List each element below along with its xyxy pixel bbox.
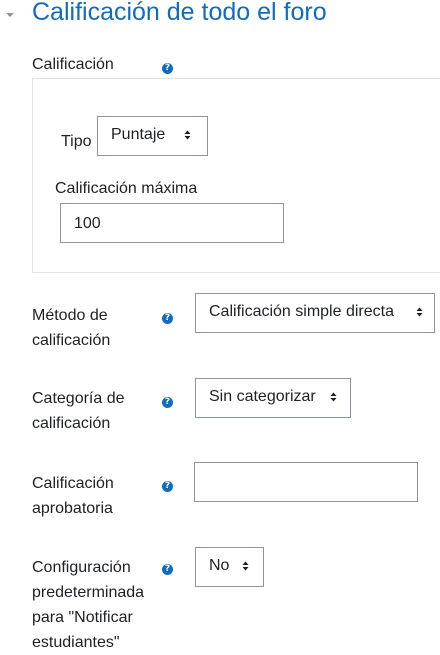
grade-category-label-line1: Categoría de (32, 390, 125, 407)
caret-updown-icon (184, 130, 191, 140)
help-icon[interactable]: ? (162, 397, 173, 408)
notify-default-label-line3: para "Notificar (32, 609, 133, 626)
help-icon[interactable]: ? (162, 313, 173, 324)
grading-method-label: Método de calificación (32, 303, 110, 353)
notify-default-select[interactable]: No (195, 547, 264, 587)
grade-category-select[interactable]: Sin categorizar (195, 378, 351, 418)
passing-grade-label-line2: aprobatoria (32, 500, 113, 517)
grade-category-label: Categoría de calificación (32, 386, 125, 436)
grading-method-value: Calificación simple directa (209, 303, 394, 320)
chevron-down-icon[interactable] (5, 11, 15, 19)
grade-label: Calificación (32, 56, 114, 73)
grade-max-input[interactable]: 100 (60, 203, 284, 243)
help-icon[interactable]: ? (162, 481, 173, 492)
caret-updown-icon (330, 392, 337, 402)
help-icon[interactable]: ? (162, 564, 173, 575)
notify-default-label-line4: estudiantes" (32, 634, 120, 651)
grade-type-select[interactable]: Puntaje (97, 116, 208, 156)
grade-category-label-line2: calificación (32, 415, 111, 432)
grading-method-label-line1: Método de (32, 307, 108, 324)
help-icon[interactable]: ? (162, 63, 173, 74)
section-title[interactable]: Calificación de todo el foro (32, 0, 327, 27)
caret-updown-icon (416, 307, 423, 317)
grade-type-label: Tipo (61, 133, 92, 150)
passing-grade-input[interactable] (194, 462, 418, 502)
notify-default-value: No (209, 557, 230, 574)
passing-grade-label: Calificación aprobatoria (32, 471, 114, 521)
caret-updown-icon (242, 561, 249, 571)
grading-method-select[interactable]: Calificación simple directa (195, 293, 435, 333)
notify-default-label: Configuración predeterminada para "Notif… (32, 555, 144, 655)
notify-default-label-line2: predeterminada (32, 584, 145, 601)
grade-category-value: Sin categorizar (209, 388, 316, 405)
grade-type-value: Puntaje (111, 126, 166, 143)
passing-grade-label-line1: Calificación (32, 475, 114, 492)
grade-max-label: Calificación máxima (55, 180, 198, 197)
grade-max-value: 100 (74, 215, 101, 232)
grading-method-label-line2: calificación (32, 332, 111, 349)
notify-default-label-line1: Configuración (32, 559, 131, 576)
